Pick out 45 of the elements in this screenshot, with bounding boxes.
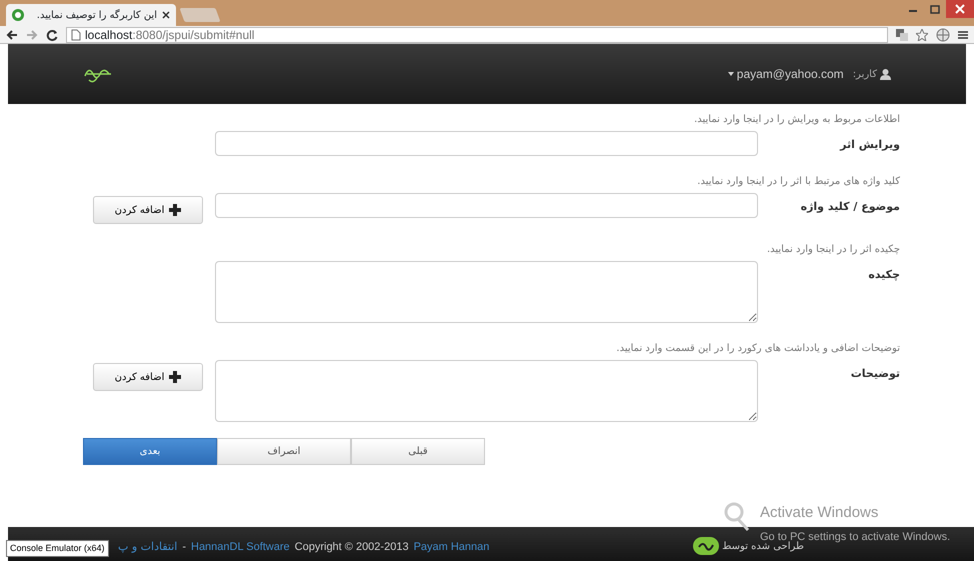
nav-button[interactable]: قبلی	[351, 438, 485, 465]
feedback-link[interactable]: انتقادات و پ	[118, 538, 178, 555]
help-text: چکیده اثر را در اینجا وارد نمایید.	[766, 243, 900, 257]
url-text: localhost:8080/jspui/submit#null	[85, 26, 254, 44]
close-icon[interactable]	[946, 0, 974, 18]
browser-tab[interactable]: این کاربرگه را توصیف نمایید.	[6, 4, 176, 26]
nav-button[interactable]: بعدی	[83, 438, 217, 465]
page-icon	[71, 28, 81, 40]
address-bar[interactable]: localhost:8080/jspui/submit#null	[66, 26, 888, 42]
field-label: چکیده	[867, 267, 900, 283]
reload-icon[interactable]	[46, 28, 58, 40]
separator-text: -	[182, 540, 186, 554]
logo-badge-icon	[693, 537, 720, 555]
help-text: کلید واژه های مرتبط با اثر را در اینجا وارد نمایید.	[696, 175, 900, 189]
text-field[interactable]	[215, 131, 758, 156]
field-label: ویرایش اثر	[838, 137, 900, 153]
field-label: توضیحات	[850, 366, 900, 382]
field-label: موضوع / کلید واژه	[800, 199, 900, 215]
copyright-text: Copyright © 2002-2013	[294, 540, 409, 554]
close-icon[interactable]	[162, 11, 170, 19]
overlay-title: Activate Windows	[760, 503, 880, 523]
help-text: اطلاعات مربوط به ویرایش را در اینجا وارد نمایید.	[693, 113, 900, 127]
designer-text: طراحی شده توسط	[722, 540, 804, 554]
plus-icon	[169, 204, 182, 216]
user-menu[interactable]: payam@yahoo.com	[736, 65, 844, 83]
help-text: توضیحات اضافی و یادداشت های رکورد را در این قسمت وارد نمایید.	[615, 342, 900, 356]
translate-icon[interactable]	[896, 28, 908, 40]
favicon-icon	[12, 9, 24, 21]
menu-icon[interactable]	[958, 30, 968, 40]
star-icon[interactable]	[916, 28, 928, 40]
user-label: کاربر:	[852, 68, 877, 82]
nav-button[interactable]: انصراف	[217, 438, 351, 465]
plus-icon	[169, 371, 182, 383]
tab-title: این کاربرگه را توصیف نمایید.	[36, 8, 157, 22]
back-icon[interactable]	[6, 28, 18, 40]
author-link[interactable]: Payam Hannan	[414, 538, 490, 555]
add-button[interactable]: اضافه کردن	[93, 363, 203, 391]
add-button[interactable]: اضافه کردن	[93, 196, 203, 224]
caret-icon	[728, 72, 734, 76]
user-icon	[880, 68, 891, 80]
software-link[interactable]: HannanDL Software	[191, 538, 290, 555]
globe-icon[interactable]	[936, 28, 950, 42]
text-field[interactable]	[215, 193, 758, 218]
tooltip: Console Emulator (x64)	[6, 540, 109, 557]
overlay-subtitle: Go to PC settings to activate Windows.	[760, 530, 950, 542]
